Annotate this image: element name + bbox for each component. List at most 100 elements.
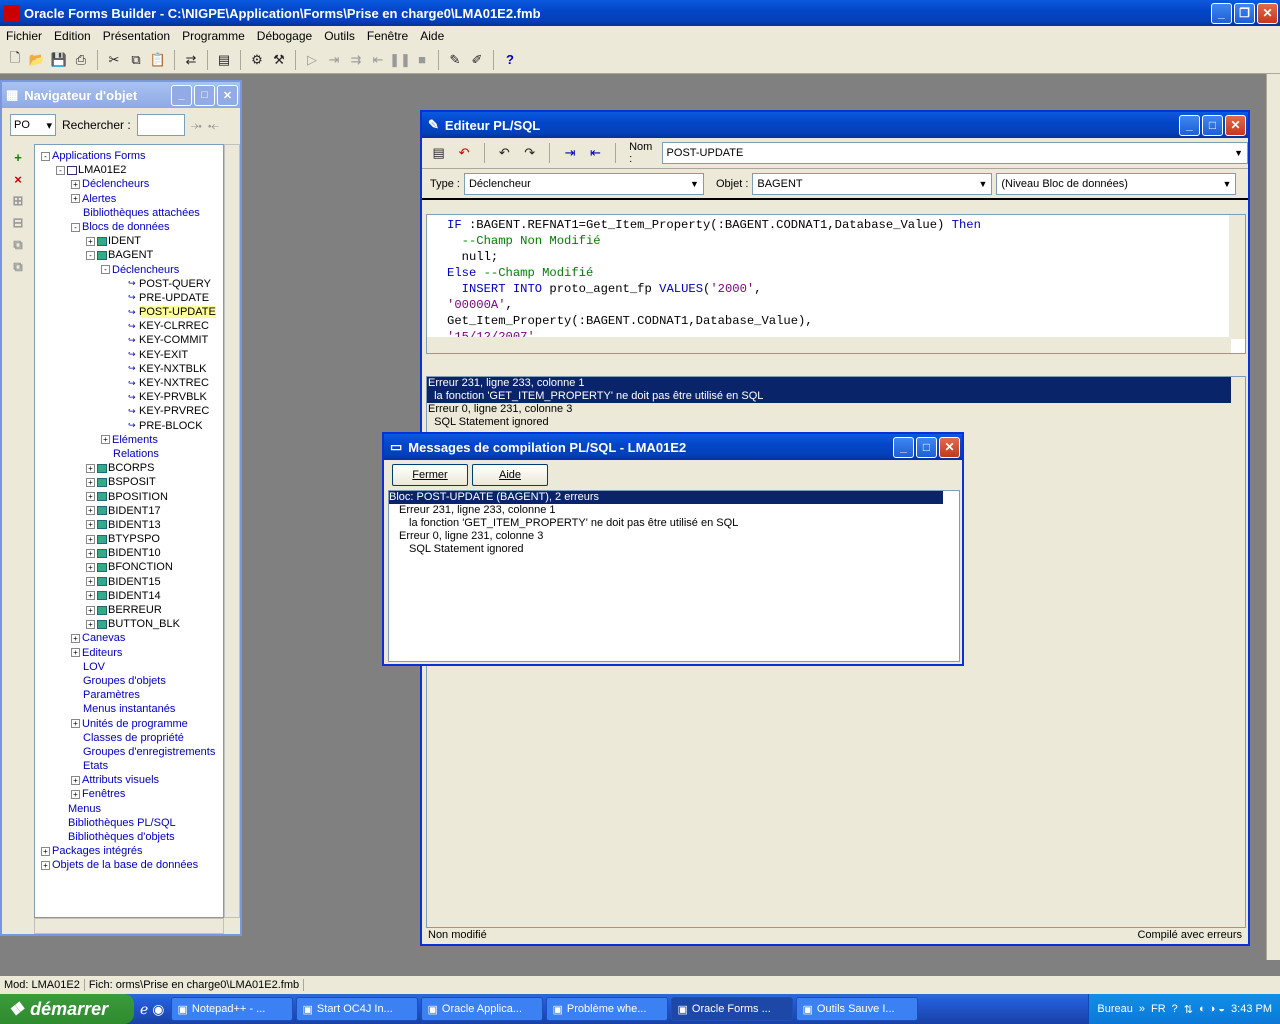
expand-icon[interactable]: + xyxy=(86,548,95,558)
paste-icon[interactable]: 📋 xyxy=(147,49,169,71)
code-line[interactable]: Get_Item_Property(:BAGENT.CODNAT1,Databa… xyxy=(447,313,981,329)
editor-close-button[interactable]: ✕ xyxy=(1225,114,1246,136)
expand-icon[interactable]: ⊞ xyxy=(9,192,27,210)
expand-icon[interactable]: + xyxy=(71,194,80,204)
dialog-message-list[interactable]: Bloc: POST-UPDATE (BAGENT), 2 erreurs Err… xyxy=(388,490,960,662)
dialog-message-line[interactable]: Erreur 231, ligne 233, colonne 1 xyxy=(389,504,959,517)
navigator-close-button[interactable]: ✕ xyxy=(217,84,238,106)
tree-item[interactable]: ↪ KEY-PRVBLK xyxy=(35,390,223,404)
expand-all-icon[interactable]: ⧉ xyxy=(9,236,27,254)
undo-icon[interactable]: ↶ xyxy=(494,142,515,164)
tree-item[interactable]: ↪ POST-UPDATE xyxy=(35,305,223,319)
run-form-icon[interactable]: ⚙ xyxy=(246,49,268,71)
dialog-minimize-button[interactable]: _ xyxy=(893,436,914,458)
layout-wizard-icon[interactable]: ✐ xyxy=(466,49,488,71)
ie-icon[interactable]: ℯ xyxy=(140,1001,148,1018)
tray-icons[interactable]: ◐ ◑ ◒ xyxy=(1199,1003,1225,1015)
tree-item[interactable]: + BSPOSIT xyxy=(35,475,223,489)
open-icon[interactable]: 📂 xyxy=(26,49,48,71)
tree-item[interactable]: - Déclencheurs xyxy=(35,263,223,277)
tree-item[interactable]: ↪ PRE-BLOCK xyxy=(35,419,223,433)
message-line[interactable]: SQL Statement ignored xyxy=(427,416,1245,429)
tree-item[interactable]: - BAGENT xyxy=(35,248,223,262)
debug-form-icon[interactable]: ⚒ xyxy=(268,49,290,71)
menu-aide[interactable]: Aide xyxy=(414,29,450,43)
taskbar-button[interactable]: ▣ Outils Sauve I... xyxy=(795,997,918,1021)
search-prev-icon[interactable]: ⤝ xyxy=(208,117,219,134)
tree-item[interactable]: + BIDENT17 xyxy=(35,504,223,518)
code-line[interactable]: IF :BAGENT.REFNAT1=Get_Item_Property(:BA… xyxy=(447,217,981,233)
expand-icon[interactable]: + xyxy=(86,605,95,615)
pause-icon[interactable]: ❚❚ xyxy=(389,49,411,71)
restore-button[interactable]: ❐ xyxy=(1234,2,1255,24)
type-combo[interactable]: Déclencheur ▼ xyxy=(463,172,704,195)
bureau-label[interactable]: Bureau xyxy=(1097,1003,1132,1015)
tree-item[interactable]: Etats xyxy=(35,759,223,773)
code-editor[interactable]: IF :BAGENT.REFNAT1=Get_Item_Property(:BA… xyxy=(426,214,1246,354)
menu-programme[interactable]: Programme xyxy=(176,29,251,43)
code-line[interactable]: '00000A', xyxy=(447,297,981,313)
dialog-message-line[interactable]: SQL Statement ignored xyxy=(389,543,959,556)
expand-icon[interactable]: + xyxy=(101,435,110,445)
delete-icon[interactable]: × xyxy=(9,170,27,188)
tree-item[interactable]: + Attributs visuels xyxy=(35,773,223,787)
help-icon[interactable]: ? xyxy=(499,49,521,71)
message-line[interactable]: la fonction 'GET_ITEM_PROPERTY' ne doit … xyxy=(427,390,1231,403)
code-text[interactable]: IF :BAGENT.REFNAT1=Get_Item_Property(:BA… xyxy=(447,217,981,353)
taskbar-button[interactable]: ▣ Oracle Applica... xyxy=(420,997,543,1021)
collapse-icon[interactable]: ⊟ xyxy=(9,214,27,232)
expand-icon[interactable]: + xyxy=(86,591,95,601)
expand-icon[interactable]: + xyxy=(41,846,50,856)
tree-item[interactable]: + BIDENT13 xyxy=(35,518,223,532)
tree-item[interactable]: Groupes d'enregistrements xyxy=(35,745,223,759)
collapse-icon[interactable]: - xyxy=(41,151,50,161)
expand-icon[interactable]: + xyxy=(86,463,95,473)
editor-minimize-button[interactable]: _ xyxy=(1179,114,1200,136)
tree-item[interactable]: ↪ POST-QUERY xyxy=(35,277,223,291)
revert-icon[interactable]: ↶ xyxy=(453,142,474,164)
tree-item[interactable]: ↪ KEY-PRVREC xyxy=(35,404,223,418)
tree-item[interactable]: + BTYPSPO xyxy=(35,532,223,546)
tree-vertical-scrollbar[interactable] xyxy=(224,144,240,918)
fermer-button[interactable]: Fermer xyxy=(392,464,468,486)
aide-button[interactable]: Aide xyxy=(472,464,548,486)
expand-icon[interactable]: + xyxy=(71,719,80,729)
print-icon[interactable]: ⎙ xyxy=(70,49,92,71)
tree-item[interactable]: - Applications Forms xyxy=(35,149,223,163)
expand-icon[interactable]: + xyxy=(86,477,95,487)
expand-icon[interactable]: + xyxy=(86,563,95,573)
expand-icon[interactable]: + xyxy=(86,506,95,516)
message-line[interactable]: Erreur 231, ligne 233, colonne 1 xyxy=(427,377,1231,390)
menu-edition[interactable]: Edition xyxy=(48,29,97,43)
menu-fenetre[interactable]: Fenêtre xyxy=(361,29,414,43)
expand-icon[interactable]: + xyxy=(71,179,80,189)
collapse-all-icon[interactable]: ⧉ xyxy=(9,258,27,276)
tree-item[interactable]: - Blocs de données xyxy=(35,220,223,234)
expand-icon[interactable]: + xyxy=(41,860,50,870)
tree-item[interactable]: - LMA01E2 xyxy=(35,163,223,177)
taskbar-button[interactable]: ▣ Start OC4J In... xyxy=(295,997,418,1021)
taskbar-button[interactable]: ▣ Oracle Forms ... xyxy=(670,997,793,1021)
dialog-message-line[interactable]: Erreur 0, ligne 231, colonne 3 xyxy=(389,530,959,543)
expand-icon[interactable]: + xyxy=(86,236,95,246)
dialog-maximize-button[interactable]: □ xyxy=(916,436,937,458)
code-line[interactable]: Else --Champ Modifié xyxy=(447,265,981,281)
step-into-icon[interactable]: ⇥ xyxy=(323,49,345,71)
start-button[interactable]: ❖ démarrer xyxy=(0,994,134,1024)
tree-item[interactable]: + Canevas xyxy=(35,631,223,645)
level-combo[interactable]: (Niveau Bloc de données) ▼ xyxy=(996,172,1237,195)
tree-item[interactable]: + BCORPS xyxy=(35,461,223,475)
language-indicator[interactable]: FR xyxy=(1151,1003,1166,1015)
tree-item[interactable]: + Unités de programme xyxy=(35,717,223,731)
tree-horizontal-scrollbar[interactable] xyxy=(34,918,224,934)
name-combo[interactable]: POST-UPDATE ▼ xyxy=(661,142,1249,164)
tree-item[interactable]: + Déclencheurs xyxy=(35,177,223,191)
expand-icon[interactable]: + xyxy=(71,648,80,658)
code-line[interactable]: INSERT INTO proto_agent_fp VALUES('2000'… xyxy=(447,281,981,297)
copy-icon[interactable]: ⧉ xyxy=(125,49,147,71)
tree-item[interactable]: ↪ PRE-UPDATE xyxy=(35,291,223,305)
tree-item[interactable]: + Editeurs xyxy=(35,646,223,660)
step-out-icon[interactable]: ⇤ xyxy=(367,49,389,71)
navigator-maximize-button[interactable]: □ xyxy=(194,84,215,106)
expand-icon[interactable]: + xyxy=(86,577,95,587)
